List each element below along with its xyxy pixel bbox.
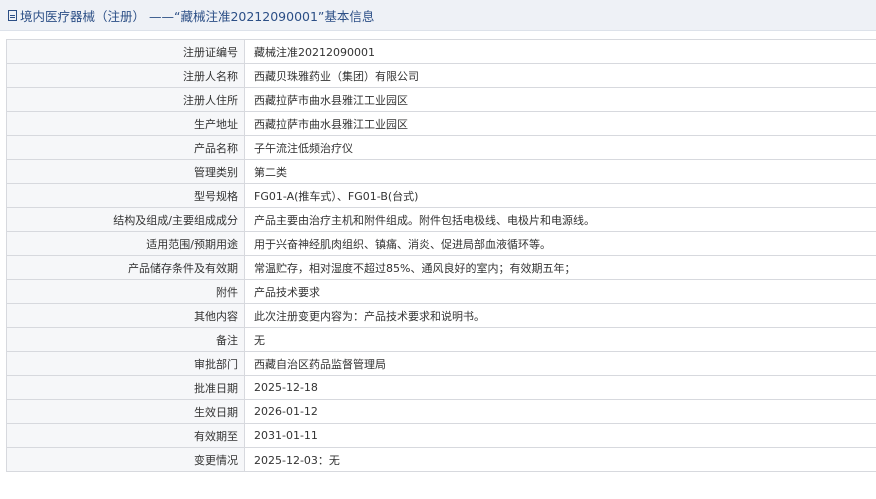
table-row: 注册证编号 藏械注准20212090001 <box>6 39 876 64</box>
page-header: 境内医疗器械（注册） ——“藏械注准20212090001”基本信息 <box>0 0 876 31</box>
info-table-container: 注册证编号 藏械注准20212090001 注册人名称 西藏贝珠雅药业（集团）有限公… <box>6 39 876 472</box>
row-label: 生效日期 <box>6 399 245 424</box>
row-value: 产品技术要求 <box>244 279 876 304</box>
table-row: 产品储存条件及有效期 常温贮存，相对湿度不超过85%、通风良好的室内；有效期五年； <box>6 255 876 280</box>
table-row: 生产地址 西藏拉萨市曲水县雅江工业园区 <box>6 111 876 136</box>
row-value: 用于兴奋神经肌肉组织、镇痛、消炎、促进局部血液循环等。 <box>244 231 876 256</box>
table-row: 变更情况 2025-12-03：无 <box>6 447 876 472</box>
row-value: 2026-01-12 <box>244 399 876 424</box>
row-value: 2025-12-03：无 <box>244 447 876 472</box>
row-label: 变更情况 <box>6 447 245 472</box>
row-label: 注册人住所 <box>6 87 245 112</box>
table-row: 其他内容 此次注册变更内容为：产品技术要求和说明书。 <box>6 303 876 328</box>
row-label: 适用范围/预期用途 <box>6 231 245 256</box>
row-value: 此次注册变更内容为：产品技术要求和说明书。 <box>244 303 876 328</box>
table-row: 附件 产品技术要求 <box>6 279 876 304</box>
table-row: 适用范围/预期用途 用于兴奋神经肌肉组织、镇痛、消炎、促进局部血液循环等。 <box>6 231 876 256</box>
row-label: 型号规格 <box>6 183 245 208</box>
row-value: 西藏自治区药品监督管理局 <box>244 351 876 376</box>
row-value: 无 <box>244 327 876 352</box>
table-row: 有效期至 2031-01-11 <box>6 423 876 448</box>
row-label: 审批部门 <box>6 351 245 376</box>
row-label: 注册证编号 <box>6 39 245 64</box>
table-row: 审批部门 西藏自治区药品监督管理局 <box>6 351 876 376</box>
row-value: 西藏贝珠雅药业（集团）有限公司 <box>244 63 876 88</box>
table-row: 批准日期 2025-12-18 <box>6 375 876 400</box>
table-row: 注册人住所 西藏拉萨市曲水县雅江工业园区 <box>6 87 876 112</box>
table-row: 备注无 <box>6 327 876 352</box>
row-label: 产品储存条件及有效期 <box>6 255 245 280</box>
row-value: 藏械注准20212090001 <box>244 39 876 64</box>
row-label: 其他内容 <box>6 303 245 328</box>
row-label: 注册人名称 <box>6 63 245 88</box>
row-label: 管理类别 <box>6 159 245 184</box>
table-row: 型号规格 FG01-A(推车式）、FG01-B(台式) <box>6 183 876 208</box>
row-label: 产品名称 <box>6 135 245 160</box>
table-row: 管理类别 第二类 <box>6 159 876 184</box>
row-label: 生产地址 <box>6 111 245 136</box>
row-label: 有效期至 <box>6 423 245 448</box>
table-row: 生效日期 2026-01-12 <box>6 399 876 424</box>
table-row: 结构及组成/主要组成成分 产品主要由治疗主机和附件组成。附件包括电极线、电极片和电… <box>6 207 876 232</box>
row-label: 备注 <box>6 327 245 352</box>
row-value: 2031-01-11 <box>244 423 876 448</box>
row-value: FG01-A(推车式）、FG01-B(台式) <box>244 183 876 208</box>
info-table: 注册证编号 藏械注准20212090001 注册人名称 西藏贝珠雅药业（集团）有限公… <box>6 39 876 472</box>
row-value: 常温贮存，相对湿度不超过85%、通风良好的室内；有效期五年； <box>244 255 876 280</box>
row-value: 子午流注低频治疗仪 <box>244 135 876 160</box>
row-value: 西藏拉萨市曲水县雅江工业园区 <box>244 111 876 136</box>
row-label: 结构及组成/主要组成成分 <box>6 207 245 232</box>
row-label: 附件 <box>6 279 245 304</box>
row-value: 2025-12-18 <box>244 375 876 400</box>
row-value: 产品主要由治疗主机和附件组成。附件包括电极线、电极片和电源线。 <box>244 207 876 232</box>
document-icon <box>8 9 17 21</box>
row-label: 批准日期 <box>6 375 245 400</box>
page-title: 境内医疗器械（注册） ——“藏械注准20212090001”基本信息 <box>20 8 375 24</box>
table-row: 注册人名称 西藏贝珠雅药业（集团）有限公司 <box>6 63 876 88</box>
row-value: 第二类 <box>244 159 876 184</box>
row-value: 西藏拉萨市曲水县雅江工业园区 <box>244 87 876 112</box>
table-row: 产品名称 子午流注低频治疗仪 <box>6 135 876 160</box>
